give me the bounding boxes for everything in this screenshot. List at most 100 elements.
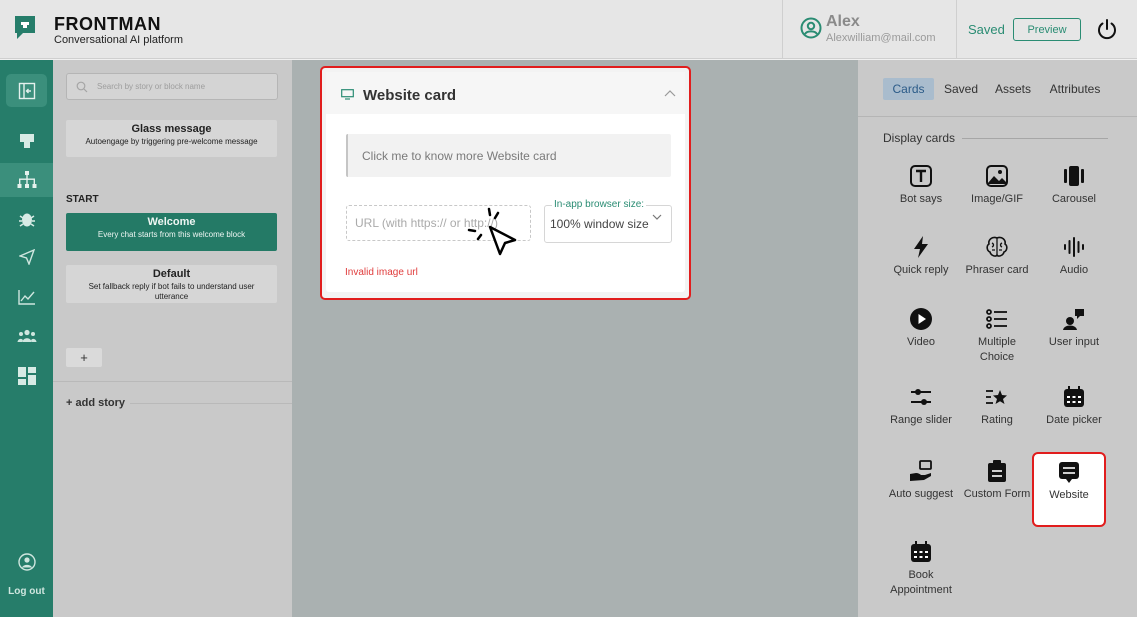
card-tile-label: Carousel (1051, 193, 1097, 205)
preview-button[interactable]: Preview (1013, 18, 1081, 41)
divider (962, 138, 1108, 139)
card-tile-custom-form[interactable]: Custom Form (960, 459, 1034, 502)
app-header: FRONTMAN Conversational AI platform Alex… (0, 0, 1137, 59)
browser-size-label: In-app browser size: (552, 199, 647, 210)
card-tile-image-gif[interactable]: Image/GIF (960, 164, 1034, 207)
team-icon[interactable] (16, 325, 38, 347)
tab-assets[interactable]: Assets (992, 78, 1034, 100)
tab-attributes[interactable]: Attributes (1046, 78, 1104, 100)
logout-avatar-icon[interactable] (16, 551, 38, 573)
card-tile-auto-suggest[interactable]: Auto suggest (884, 459, 958, 502)
card-tile-carousel[interactable]: Carousel (1037, 164, 1111, 207)
block-title: Glass message (131, 123, 212, 135)
story-search-field[interactable]: Search by story or block name (66, 73, 278, 100)
display-cards-label: Display cards (883, 131, 956, 145)
card-tile-label: Audio (1059, 264, 1089, 276)
card-tile-website[interactable]: Website (1032, 452, 1106, 527)
card-tile-bot-says[interactable]: Bot says (884, 164, 958, 207)
url-error-message: Invalid image url (345, 267, 418, 278)
card-tile-label: Date picker (1046, 414, 1102, 426)
card-tile-label: Book Appointment (890, 569, 952, 596)
card-tile-label: Image/GIF (971, 193, 1023, 205)
dashboard-icon[interactable] (16, 365, 38, 387)
analytics-icon[interactable] (16, 286, 38, 308)
card-tile-label: Website (1049, 489, 1089, 501)
card-tile-range-slider[interactable]: Range slider (884, 385, 958, 428)
card-header: Website card (326, 72, 685, 114)
add-block-button[interactable]: + (66, 348, 102, 367)
card-tile-label: Auto suggest (888, 488, 954, 500)
clipboard-icon (988, 460, 1006, 482)
card-tile-rating[interactable]: Rating (960, 385, 1034, 428)
star-icon (986, 390, 1007, 404)
block-description: Autoengage by triggering pre-welcome mes… (85, 137, 258, 146)
collapse-button[interactable] (6, 74, 47, 107)
power-icon[interactable] (1096, 18, 1118, 40)
website-card-icon (341, 89, 354, 100)
brain-icon (986, 236, 1008, 257)
card-tile-multiple-choice[interactable]: Multiple Choice (960, 307, 1034, 365)
hand-icon (910, 460, 932, 481)
card-tile-audio[interactable]: Audio (1037, 235, 1111, 278)
brand-tagline: Conversational AI platform (54, 34, 184, 46)
cards-panel: Cards Saved Assets Attributes Display ca… (858, 60, 1137, 617)
card-tile-user-input[interactable]: User input (1037, 307, 1111, 350)
click-cursor-icon (467, 207, 517, 256)
block-title: Default (152, 268, 191, 280)
description-placeholder: Click me to know more Website card (362, 149, 557, 163)
browser-size-value: 100% window size (550, 217, 649, 231)
image-icon (986, 165, 1008, 187)
card-tile-label: Quick reply (893, 264, 949, 276)
logout-button[interactable]: Log out (0, 586, 53, 597)
tab-cards[interactable]: Cards (883, 78, 934, 100)
divider (130, 403, 292, 404)
card-tile-date-picker[interactable]: Date picker (1037, 385, 1111, 428)
card-tile-label: Range slider (890, 414, 952, 426)
block-description: Every chat starts from this welcome bloc… (97, 230, 246, 239)
card-tile-video[interactable]: Video (884, 307, 958, 350)
card-description-field[interactable]: Click me to know more Website card (346, 134, 671, 177)
audio-icon (1064, 237, 1084, 257)
card-tile-label: Video (907, 336, 935, 348)
card-title: Website card (363, 87, 457, 104)
card-tile-label: Custom Form (963, 488, 1031, 500)
chevron-up-icon[interactable] (664, 89, 676, 97)
search-placeholder: Search by story or block name (97, 82, 206, 91)
logo-icon (15, 16, 35, 39)
welcome-block[interactable]: Welcome Every chat starts from this welc… (66, 213, 277, 251)
user-input-icon (1063, 309, 1084, 330)
start-section-label: START (66, 194, 99, 205)
broadcast-icon[interactable] (16, 246, 38, 268)
inbox-icon[interactable] (16, 130, 38, 152)
website-card-editor: Website card Click me to know more Websi… (320, 66, 691, 300)
user-avatar-icon[interactable] (800, 17, 822, 39)
carousel-icon (1064, 166, 1084, 186)
card-tile-label: Multiple Choice (978, 336, 1016, 363)
card-tile-book-appointment[interactable]: Book Appointment (884, 540, 958, 598)
flow-icon[interactable] (16, 169, 38, 191)
tab-saved[interactable]: Saved (940, 78, 982, 100)
cards-tabs: Cards Saved Assets Attributes (858, 60, 1137, 116)
text-icon (910, 165, 932, 187)
collapse-icon (18, 82, 35, 99)
slider-icon (911, 389, 931, 405)
search-icon (76, 81, 88, 93)
glass-message-block[interactable]: Glass message Autoengage by triggering p… (66, 120, 277, 157)
divider (53, 381, 292, 382)
divider (858, 116, 1137, 117)
list-icon (986, 309, 1007, 329)
header-divider (956, 0, 957, 59)
card-tile-label: User input (1048, 336, 1100, 348)
card-tile-label: Bot says (899, 193, 943, 205)
bolt-icon (914, 236, 928, 258)
card-tile-phraser-card[interactable]: Phraser card (960, 235, 1034, 278)
card-tile-quick-reply[interactable]: Quick reply (884, 235, 958, 278)
bug-icon[interactable] (16, 208, 38, 230)
calendar-icon (1064, 386, 1084, 407)
card-body: Website card Click me to know more Websi… (326, 72, 685, 292)
story-panel: Search by story or block name Glass mess… (53, 60, 292, 617)
add-story-button[interactable]: + add story (66, 397, 125, 409)
user-email: Alexwilliam@mail.com (826, 32, 936, 44)
left-sidebar: Log out (0, 60, 53, 617)
default-block[interactable]: Default Set fallback reply if bot fails … (66, 265, 277, 303)
